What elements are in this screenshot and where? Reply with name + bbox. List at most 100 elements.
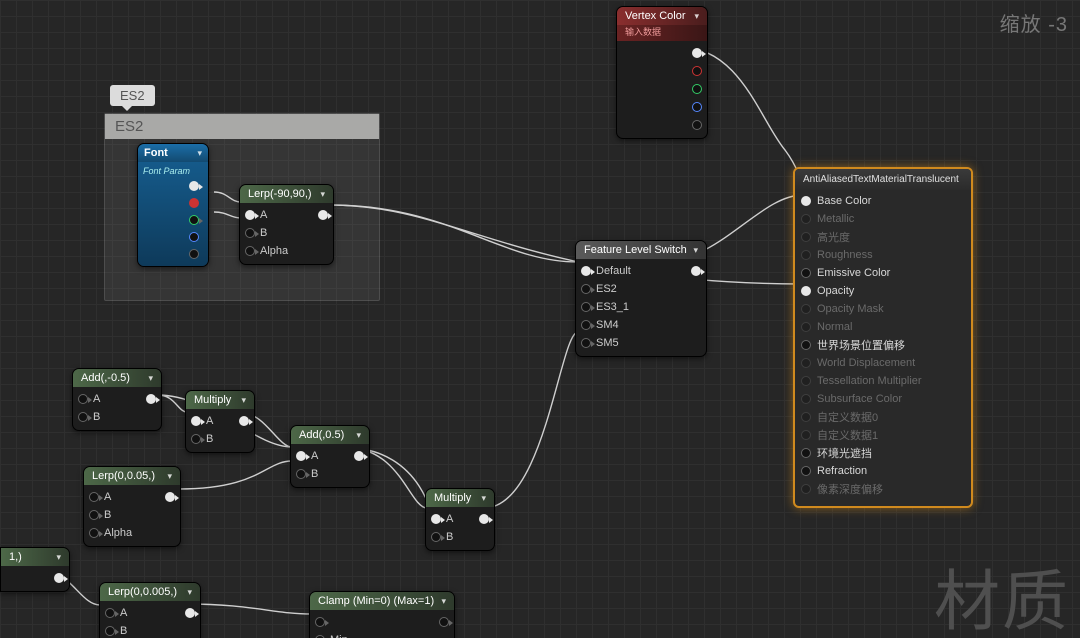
output-pin[interactable] [189,181,199,191]
zoom-indicator: 缩放 -3 [1000,8,1068,37]
node-lerp-fast[interactable]: Lerp(0,0.05,)▾ A B Alpha [83,466,181,547]
input-pin-b[interactable] [245,228,255,238]
node-multiply-2[interactable]: Multiply▾ A B [425,488,495,551]
output-pin-row[interactable]: 自定义数据0 [801,408,965,426]
input-pin-a[interactable] [105,608,115,618]
material-input-pin[interactable] [801,394,811,404]
caret-down-icon: ▾ [441,596,446,607]
input-pin-b[interactable] [89,510,99,520]
material-input-pin[interactable] [801,196,811,206]
output-pin-r[interactable] [692,66,702,76]
output-pin-row[interactable]: Emissive Color [801,264,965,282]
output-pin-row[interactable]: Metallic [801,210,965,228]
output-pin[interactable] [239,416,249,426]
material-input-pin[interactable] [801,340,811,350]
node-lerp-90[interactable]: Lerp(-90,90,)▾ A B Alpha [239,184,334,265]
input-pin-default[interactable] [581,266,591,276]
input-pin-b[interactable] [105,626,115,636]
input-pin[interactable] [315,617,325,627]
clamp-title: Clamp (Min=0) (Max=1) [318,595,434,607]
output-pin-row[interactable]: 环境光遮挡 [801,444,965,462]
material-input-pin[interactable] [801,286,811,296]
output-pin-row[interactable]: Normal [801,318,965,336]
node-stub[interactable]: 1,)▾ [0,547,70,592]
node-add-pos[interactable]: Add(,0.5)▾ A B [290,425,370,488]
output-pin-row[interactable]: 像素深度偏移 [801,480,965,498]
output-pin-r[interactable] [189,198,199,208]
node-material-output[interactable]: AntiAliasedTextMaterialTranslucent Base … [793,167,973,508]
input-pin-sm5[interactable] [581,338,591,348]
output-pin[interactable] [479,514,489,524]
input-pin-b[interactable] [431,532,441,542]
comment-tooltip: ES2 [110,85,155,106]
node-vertex-color[interactable]: Vertex Color▾ 输入数据 [616,6,708,139]
material-input-pin[interactable] [801,412,811,422]
input-pin-es2[interactable] [581,284,591,294]
material-input-pin[interactable] [801,448,811,458]
material-input-label: Refraction [817,465,867,477]
output-pin-row[interactable]: Roughness [801,246,965,264]
node-lerp-slow[interactable]: Lerp(0,0.005,)▾ A B Alpha [99,582,201,638]
material-input-pin[interactable] [801,304,811,314]
input-pin-a[interactable] [431,514,441,524]
input-pin-b[interactable] [78,412,88,422]
material-input-pin[interactable] [801,358,811,368]
output-pin[interactable] [691,266,701,276]
material-input-pin[interactable] [801,466,811,476]
material-input-pin[interactable] [801,376,811,386]
node-clamp[interactable]: Clamp (Min=0) (Max=1)▾ Min [309,591,455,638]
input-pin-a[interactable] [78,394,88,404]
material-input-pin[interactable] [801,322,811,332]
output-pin-b[interactable] [189,232,199,242]
output-pin-a[interactable] [692,120,702,130]
input-pin-alpha[interactable] [245,246,255,256]
material-input-pin[interactable] [801,268,811,278]
output-pin[interactable] [185,608,195,618]
output-pin[interactable] [165,492,175,502]
input-pin-a[interactable] [191,416,201,426]
material-input-pin[interactable] [801,430,811,440]
output-pin-row[interactable]: Opacity [801,282,965,300]
caret-down-icon: ▾ [167,471,172,482]
output-pin-row[interactable]: Tessellation Multiplier [801,372,965,390]
material-input-pin[interactable] [801,250,811,260]
material-input-pin[interactable] [801,232,811,242]
caret-down-icon: ▾ [356,430,361,441]
material-input-pin[interactable] [801,484,811,494]
node-multiply-1[interactable]: Multiply▾ A B [185,390,255,453]
input-pin-es31[interactable] [581,302,591,312]
material-input-pin[interactable] [801,214,811,224]
output-pin[interactable] [354,451,364,461]
output-pin-g[interactable] [189,215,199,225]
output-pin[interactable] [439,617,449,627]
output-pin[interactable] [54,573,64,583]
output-pin-a[interactable] [189,249,199,259]
lerpf-title: Lerp(0,0.05,) [92,470,155,482]
caret-down-icon: ▾ [693,245,698,256]
input-pin-a[interactable] [296,451,306,461]
output-pin-row[interactable]: Refraction [801,462,965,480]
output-pin[interactable] [692,48,702,58]
output-pin-row[interactable]: Base Color [801,192,965,210]
node-add-neg[interactable]: Add(,-0.5)▾ A B [72,368,162,431]
input-pin-b[interactable] [296,469,306,479]
output-pin-row[interactable]: Subsurface Color [801,390,965,408]
input-pin-a[interactable] [245,210,255,220]
input-pin-a[interactable] [89,492,99,502]
output-pin-row[interactable]: World Displacement [801,354,965,372]
input-pin-alpha[interactable] [89,528,99,538]
output-pin-row[interactable]: 自定义数据1 [801,426,965,444]
output-pin-row[interactable]: 高光度 [801,228,965,246]
input-pin-sm4[interactable] [581,320,591,330]
output-pin-row[interactable]: 世界场景位置偏移 [801,336,965,354]
output-pin[interactable] [146,394,156,404]
output-pin-g[interactable] [692,84,702,94]
output-pin-b[interactable] [692,102,702,112]
node-feature-level-switch[interactable]: Feature Level Switch▾ Default ES2 ES3_1 … [575,240,707,357]
output-pin-row[interactable]: Opacity Mask [801,300,965,318]
node-font-param[interactable]: Font ▾ Font Param [137,143,209,267]
input-pin-b[interactable] [191,434,201,444]
output-pin[interactable] [318,210,328,220]
comment-title[interactable]: ES2 [105,114,379,139]
material-input-label: Tessellation Multiplier [817,375,922,387]
